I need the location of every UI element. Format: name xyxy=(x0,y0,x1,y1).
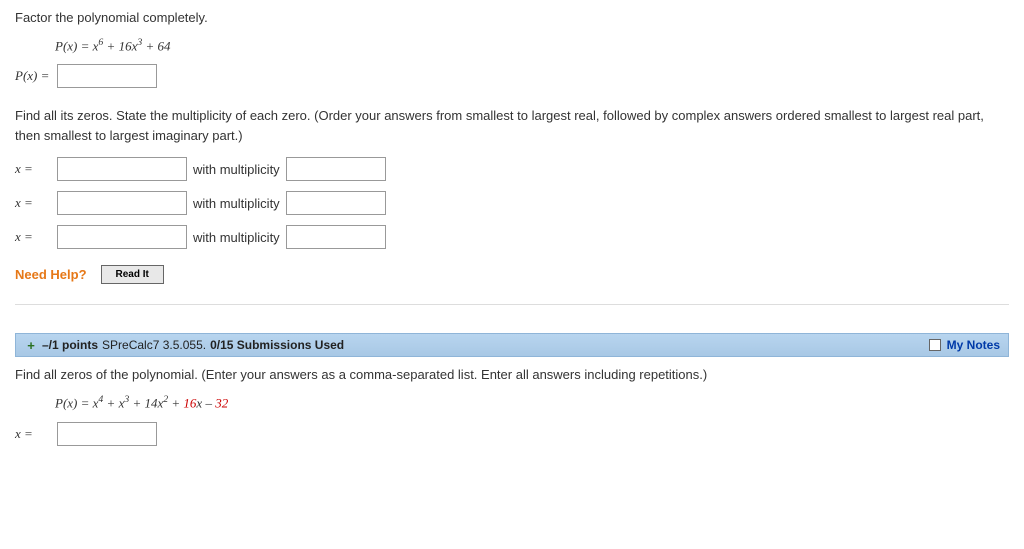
q1-mult-label-3: with multiplicity xyxy=(193,230,280,245)
q1-zeros-instruction: Find all its zeros. State the multiplici… xyxy=(15,106,1009,145)
q2-x-answer: x = xyxy=(15,422,1009,446)
q1-zero-3: x = with multiplicity xyxy=(15,225,1009,249)
q2-prompt: Find all zeros of the polynomial. (Enter… xyxy=(15,367,1009,382)
q2-points: –/1 points xyxy=(42,338,98,352)
q1-zero-3-input[interactable] xyxy=(57,225,187,249)
q1-mult-label-1: with multiplicity xyxy=(193,162,280,177)
question-2: Find all zeros of the polynomial. (Enter… xyxy=(15,357,1009,445)
q1-prompt: Factor the polynomial completely. xyxy=(15,10,1009,25)
q1-px-input[interactable] xyxy=(57,64,157,88)
q2-header-left: + –/1 points SPreCalc7 3.5.055. 0/15 Sub… xyxy=(24,338,344,352)
q1-px-answer: P(x) = xyxy=(15,64,1009,88)
q1-zero-1-input[interactable] xyxy=(57,157,187,181)
read-it-button[interactable]: Read It xyxy=(101,265,164,284)
q1-x-label-2: x = xyxy=(15,195,51,211)
q1-zero-2-input[interactable] xyxy=(57,191,187,215)
q1-mult-label-2: with multiplicity xyxy=(193,196,280,211)
q1-mult-1-input[interactable] xyxy=(286,157,386,181)
question-2-header: + –/1 points SPreCalc7 3.5.055. 0/15 Sub… xyxy=(15,333,1009,357)
need-help-row: Need Help? Read It xyxy=(15,265,1009,284)
q1-x-label-3: x = xyxy=(15,229,51,245)
q2-x-label: x = xyxy=(15,426,51,442)
divider xyxy=(15,304,1009,305)
q2-formula: P(x) = x4 + x3 + 14x2 + 16x – 32 xyxy=(55,394,1009,411)
q2-submissions: 0/15 Submissions Used xyxy=(210,338,344,352)
q2-header-right: My Notes xyxy=(929,338,1000,352)
q1-mult-2-input[interactable] xyxy=(286,191,386,215)
my-notes-link[interactable]: My Notes xyxy=(947,338,1000,352)
need-help-label: Need Help? xyxy=(15,267,87,282)
q1-px-label: P(x) = xyxy=(15,68,51,84)
my-notes-checkbox[interactable] xyxy=(929,339,941,351)
q1-zero-1: x = with multiplicity xyxy=(15,157,1009,181)
q1-formula: P(x) = x6 + 16x3 + 64 xyxy=(55,37,1009,54)
expand-icon[interactable]: + xyxy=(24,338,38,352)
q1-zero-2: x = with multiplicity xyxy=(15,191,1009,215)
q1-x-label-1: x = xyxy=(15,161,51,177)
q1-mult-3-input[interactable] xyxy=(286,225,386,249)
question-1: Factor the polynomial completely. P(x) =… xyxy=(15,10,1009,284)
q2-x-input[interactable] xyxy=(57,422,157,446)
q2-source: SPreCalc7 3.5.055. xyxy=(102,338,206,352)
